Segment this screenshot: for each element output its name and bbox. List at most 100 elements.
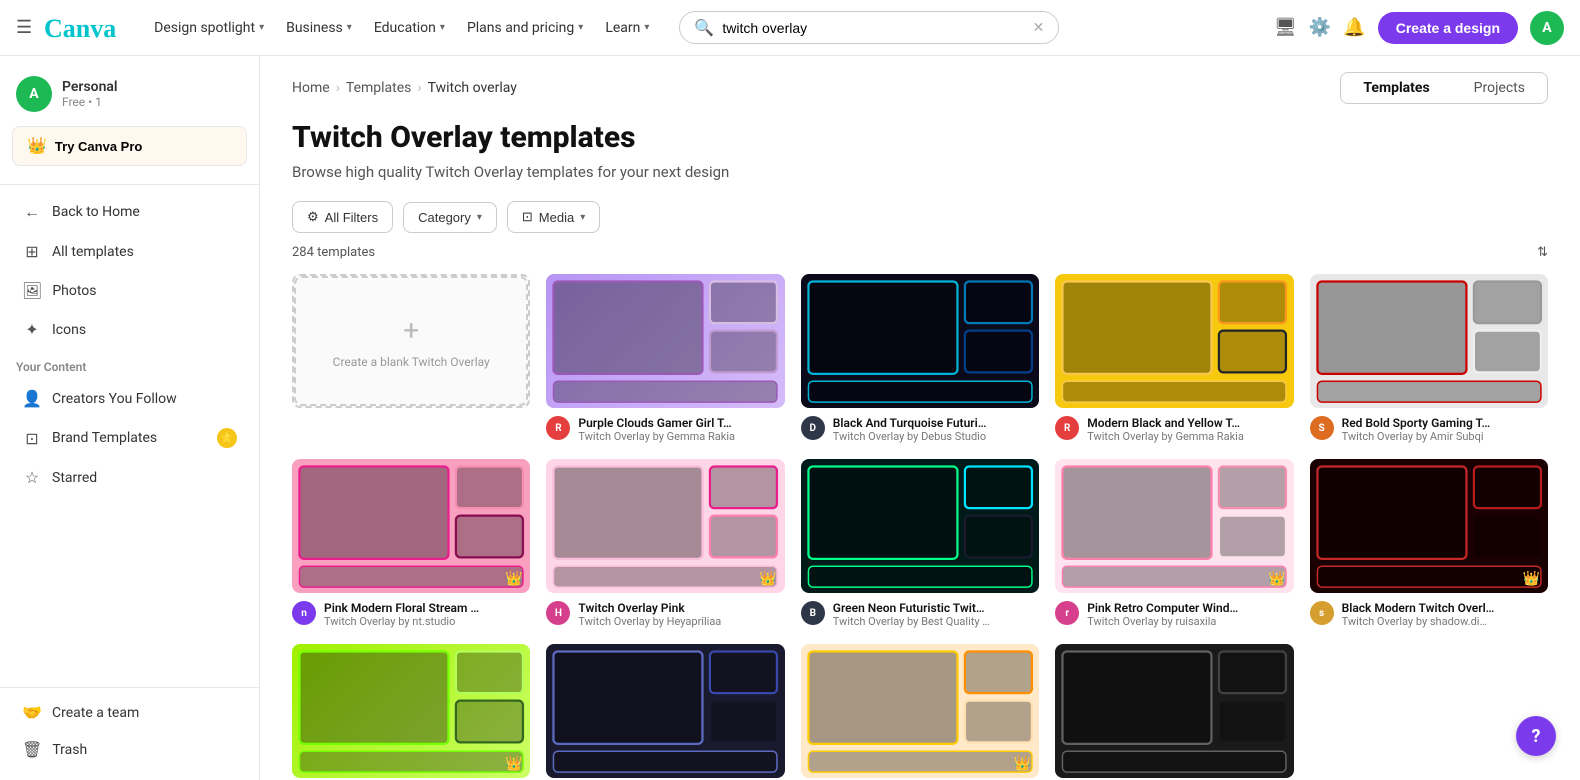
plus-icon: + bbox=[403, 314, 419, 347]
sidebar-item-trash[interactable]: 🗑 Trash bbox=[6, 731, 253, 768]
sidebar-item-create-team[interactable]: 🤝 Create a team bbox=[6, 694, 253, 731]
brand-icon: ⊡ bbox=[22, 429, 42, 448]
brand-templates-badge: ⭐ bbox=[217, 428, 237, 448]
breadcrumb-sep-1: › bbox=[336, 80, 340, 96]
team-icon: 🤝 bbox=[22, 703, 42, 722]
sidebar-item-photos[interactable]: 🖼 Photos bbox=[6, 272, 253, 309]
sidebar-item-all-templates[interactable]: ⊞ All templates bbox=[6, 233, 253, 270]
creator-avatar: H bbox=[546, 601, 570, 625]
template-creator: Twitch Overlay by shadow.di… bbox=[1342, 615, 1495, 628]
template-card[interactable]: 👑HTwitch Overlay PinkTwitch Overlay by H… bbox=[546, 459, 784, 628]
search-input[interactable] bbox=[722, 20, 1024, 36]
template-card[interactable]: 👑GGreen Gaming Twitch Over…Twitch Overla… bbox=[292, 644, 530, 780]
sidebar-user-name: Personal bbox=[62, 79, 118, 95]
sidebar-item-brand-templates[interactable]: ⊡ Brand Templates ⭐ bbox=[6, 419, 253, 457]
sidebar-item-back-home[interactable]: ← Back to Home bbox=[6, 193, 253, 231]
template-card[interactable]: 👑EEstelle Cute OverlayTwitch Overlay by … bbox=[801, 644, 1039, 780]
breadcrumb-home[interactable]: Home bbox=[292, 80, 330, 96]
crown-icon: 👑 bbox=[505, 756, 522, 772]
avatar[interactable]: A bbox=[1530, 11, 1564, 45]
media-filter-button[interactable]: ⊡ Media ▾ bbox=[507, 201, 600, 233]
chevron-down-icon: ▾ bbox=[580, 212, 585, 223]
chevron-down-icon: ▾ bbox=[644, 22, 649, 33]
blank-card-label: Create a blank Twitch Overlay bbox=[333, 355, 490, 369]
sidebar-user-plan: Free • 1 bbox=[62, 95, 118, 109]
template-card[interactable]: DBlack And Turquoise Futuri…Twitch Overl… bbox=[801, 274, 1039, 443]
svg-text:Canva: Canva bbox=[44, 14, 116, 43]
layout: A Personal Free • 1 👑 Try Canva Pro ← Ba… bbox=[0, 56, 1580, 780]
creator-avatar: D bbox=[801, 416, 825, 440]
search-clear-icon[interactable]: ✕ bbox=[1033, 20, 1045, 36]
arrow-left-icon: ← bbox=[22, 202, 42, 222]
chevron-down-icon: ▾ bbox=[477, 212, 482, 223]
hamburger-icon[interactable]: ☰ bbox=[16, 17, 32, 38]
sidebar-item-starred[interactable]: ☆ Starred bbox=[6, 459, 253, 496]
crown-icon: 👑 bbox=[1268, 571, 1285, 587]
chevron-down-icon: ▾ bbox=[578, 22, 583, 33]
tab-templates[interactable]: Templates bbox=[1341, 73, 1451, 103]
star-icon: ☆ bbox=[22, 468, 42, 487]
template-card[interactable]: 👑sBlack Modern Twitch Overl…Twitch Overl… bbox=[1310, 459, 1548, 628]
nav-education[interactable]: Education ▾ bbox=[364, 14, 455, 42]
create-blank-card[interactable]: + Create a blank Twitch Overlay bbox=[292, 274, 530, 443]
template-card[interactable]: SSankast Crew Dark OverlayTwitch Overlay… bbox=[1055, 644, 1293, 780]
creator-avatar: S bbox=[1310, 416, 1334, 440]
trash-icon: 🗑 bbox=[22, 740, 42, 759]
monitor-icon[interactable]: 🖥 bbox=[1274, 17, 1297, 38]
filters-bar: ⚙ All Filters Category ▾ ⊡ Media ▾ bbox=[292, 201, 1548, 233]
template-creator: Twitch Overlay by Heyapriliaa bbox=[578, 615, 721, 628]
template-name: Black Modern Twitch Overl… bbox=[1342, 601, 1495, 615]
notification-icon[interactable]: 🔔 bbox=[1343, 17, 1365, 38]
help-button[interactable]: ? bbox=[1516, 716, 1556, 756]
template-name: Green Neon Futuristic Twit… bbox=[833, 601, 990, 615]
template-card[interactable]: RPurple Clouds Gamer Girl T…Twitch Overl… bbox=[546, 274, 784, 443]
sidebar-item-creators[interactable]: 👤 Creators You Follow bbox=[6, 380, 253, 417]
sort-button[interactable]: ⇅ bbox=[1537, 245, 1548, 260]
sidebar-divider bbox=[0, 184, 259, 185]
template-card[interactable]: 👑nPink Modern Floral Stream …Twitch Over… bbox=[292, 459, 530, 628]
crown-icon: 👑 bbox=[1523, 571, 1540, 587]
topnav-nav: Design spotlight ▾ Business ▾ Education … bbox=[144, 14, 659, 42]
template-creator: Twitch Overlay by Best Quality … bbox=[833, 615, 990, 628]
tab-projects[interactable]: Projects bbox=[1452, 73, 1547, 103]
template-name: Red Bold Sporty Gaming T… bbox=[1342, 416, 1491, 430]
template-card[interactable]: B Green Neon Futuristic Twit…Twitch Overl… bbox=[801, 459, 1039, 628]
breadcrumb-sep-2: › bbox=[417, 80, 421, 96]
grid-icon: ⊞ bbox=[22, 242, 42, 261]
template-name: Pink Retro Computer Wind… bbox=[1087, 601, 1238, 615]
person-icon: 👤 bbox=[22, 389, 42, 408]
chevron-down-icon: ▾ bbox=[440, 22, 445, 33]
nav-plans[interactable]: Plans and pricing ▾ bbox=[457, 14, 593, 42]
template-card[interactable]: S Red Bold Sporty Gaming T…Twitch Overlay… bbox=[1310, 274, 1548, 443]
create-design-button[interactable]: Create a design bbox=[1378, 12, 1518, 44]
template-card[interactable]: 👑rPink Retro Computer Wind…Twitch Overla… bbox=[1055, 459, 1293, 628]
nav-design-spotlight[interactable]: Design spotlight ▾ bbox=[144, 14, 274, 42]
template-name: Pink Modern Floral Stream … bbox=[324, 601, 479, 615]
creator-avatar: r bbox=[1055, 601, 1079, 625]
crown-icon: 👑 bbox=[505, 571, 522, 587]
template-creator: Twitch Overlay by Debus Studio bbox=[833, 430, 987, 443]
breadcrumb: Home › Templates › Twitch overlay bbox=[292, 80, 517, 96]
category-filter-button[interactable]: Category ▾ bbox=[403, 202, 497, 233]
template-creator: Twitch Overlay by Amir Subqi bbox=[1342, 430, 1491, 443]
nav-learn[interactable]: Learn ▾ bbox=[595, 14, 659, 42]
sidebar: A Personal Free • 1 👑 Try Canva Pro ← Ba… bbox=[0, 56, 260, 780]
nav-business[interactable]: Business ▾ bbox=[276, 14, 362, 42]
media-icon: ⊡ bbox=[522, 209, 533, 225]
template-card[interactable]: EEllix Gaming OverlayTwitch Overlay by e… bbox=[546, 644, 784, 780]
search-bar: 🔍 ✕ bbox=[679, 11, 1059, 44]
settings-icon[interactable]: ⚙️ bbox=[1309, 17, 1331, 38]
templates-grid: + Create a blank Twitch Overlay RPurple … bbox=[292, 274, 1548, 780]
canva-logo[interactable]: Canva bbox=[44, 13, 124, 43]
all-filters-button[interactable]: ⚙ All Filters bbox=[292, 201, 393, 233]
creator-avatar: B bbox=[801, 601, 825, 625]
crown-icon: 👑 bbox=[27, 136, 47, 156]
breadcrumb-templates[interactable]: Templates bbox=[346, 80, 412, 96]
page-content: Twitch Overlay templates Browse high qua… bbox=[260, 104, 1580, 780]
templates-header: 284 templates ⇅ bbox=[292, 245, 1548, 260]
template-card[interactable]: RModern Black and Yellow T…Twitch Overla… bbox=[1055, 274, 1293, 443]
sidebar-item-icons[interactable]: ✦ Icons bbox=[6, 311, 253, 348]
main-content: Home › Templates › Twitch overlay Templa… bbox=[260, 56, 1580, 780]
try-canva-pro-button[interactable]: 👑 Try Canva Pro bbox=[12, 126, 247, 166]
sidebar-divider-bottom bbox=[0, 687, 259, 688]
